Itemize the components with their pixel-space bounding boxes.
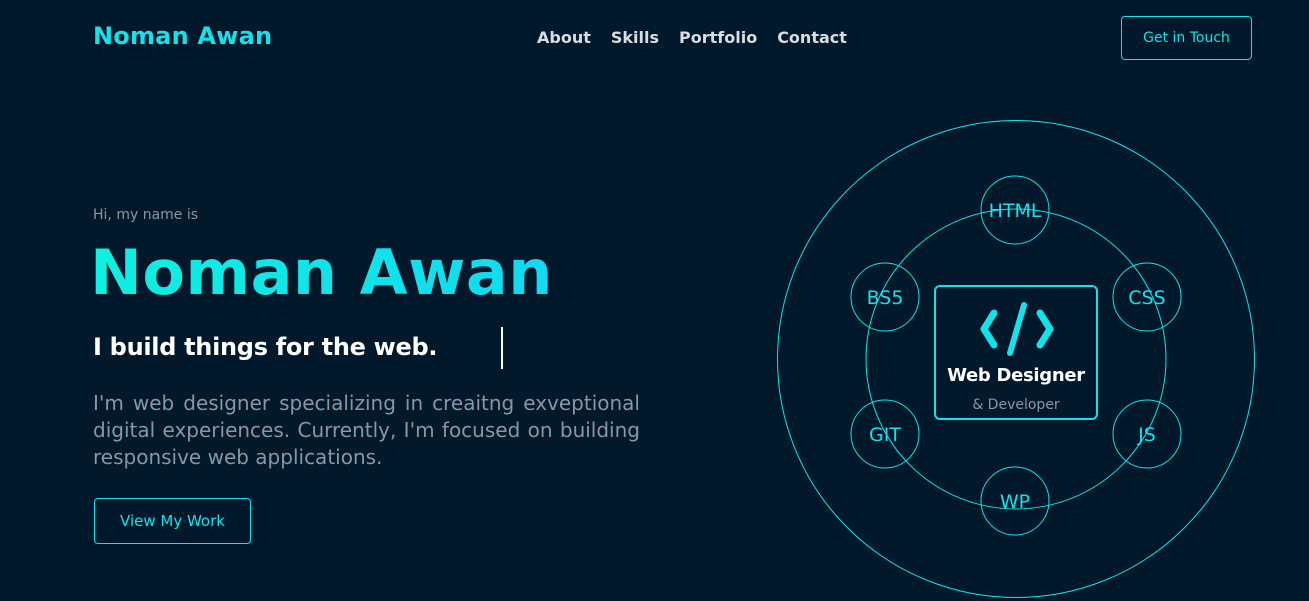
role-badge: Web Designer & Developer: [934, 285, 1098, 420]
role-subtitle: & Developer: [972, 397, 1060, 413]
skill-node-label-bs5: BS5: [867, 287, 904, 309]
skill-node-html[interactable]: HTML: [980, 175, 1050, 245]
skill-node-bs5[interactable]: BS5: [850, 262, 920, 332]
skills-orbit: HTML CSS JS WP GIT BS5: [777, 120, 1255, 598]
skill-node-label-git: GIT: [869, 424, 901, 446]
skill-node-label-html: HTML: [989, 200, 1042, 222]
role-title: Web Designer: [947, 365, 1085, 386]
skill-node-label-js: JS: [1137, 424, 1156, 446]
skill-node-git[interactable]: GIT: [850, 399, 920, 469]
page: Noman Awan About Skills Portfolio Contac…: [0, 0, 1309, 601]
skill-node-label-wp: WP: [1000, 491, 1030, 513]
skill-node-wp[interactable]: WP: [980, 466, 1050, 536]
skill-node-css[interactable]: CSS: [1112, 262, 1182, 332]
skill-node-label-css: CSS: [1128, 287, 1165, 309]
code-icon: [980, 302, 1054, 356]
skill-node-js[interactable]: JS: [1112, 399, 1182, 469]
